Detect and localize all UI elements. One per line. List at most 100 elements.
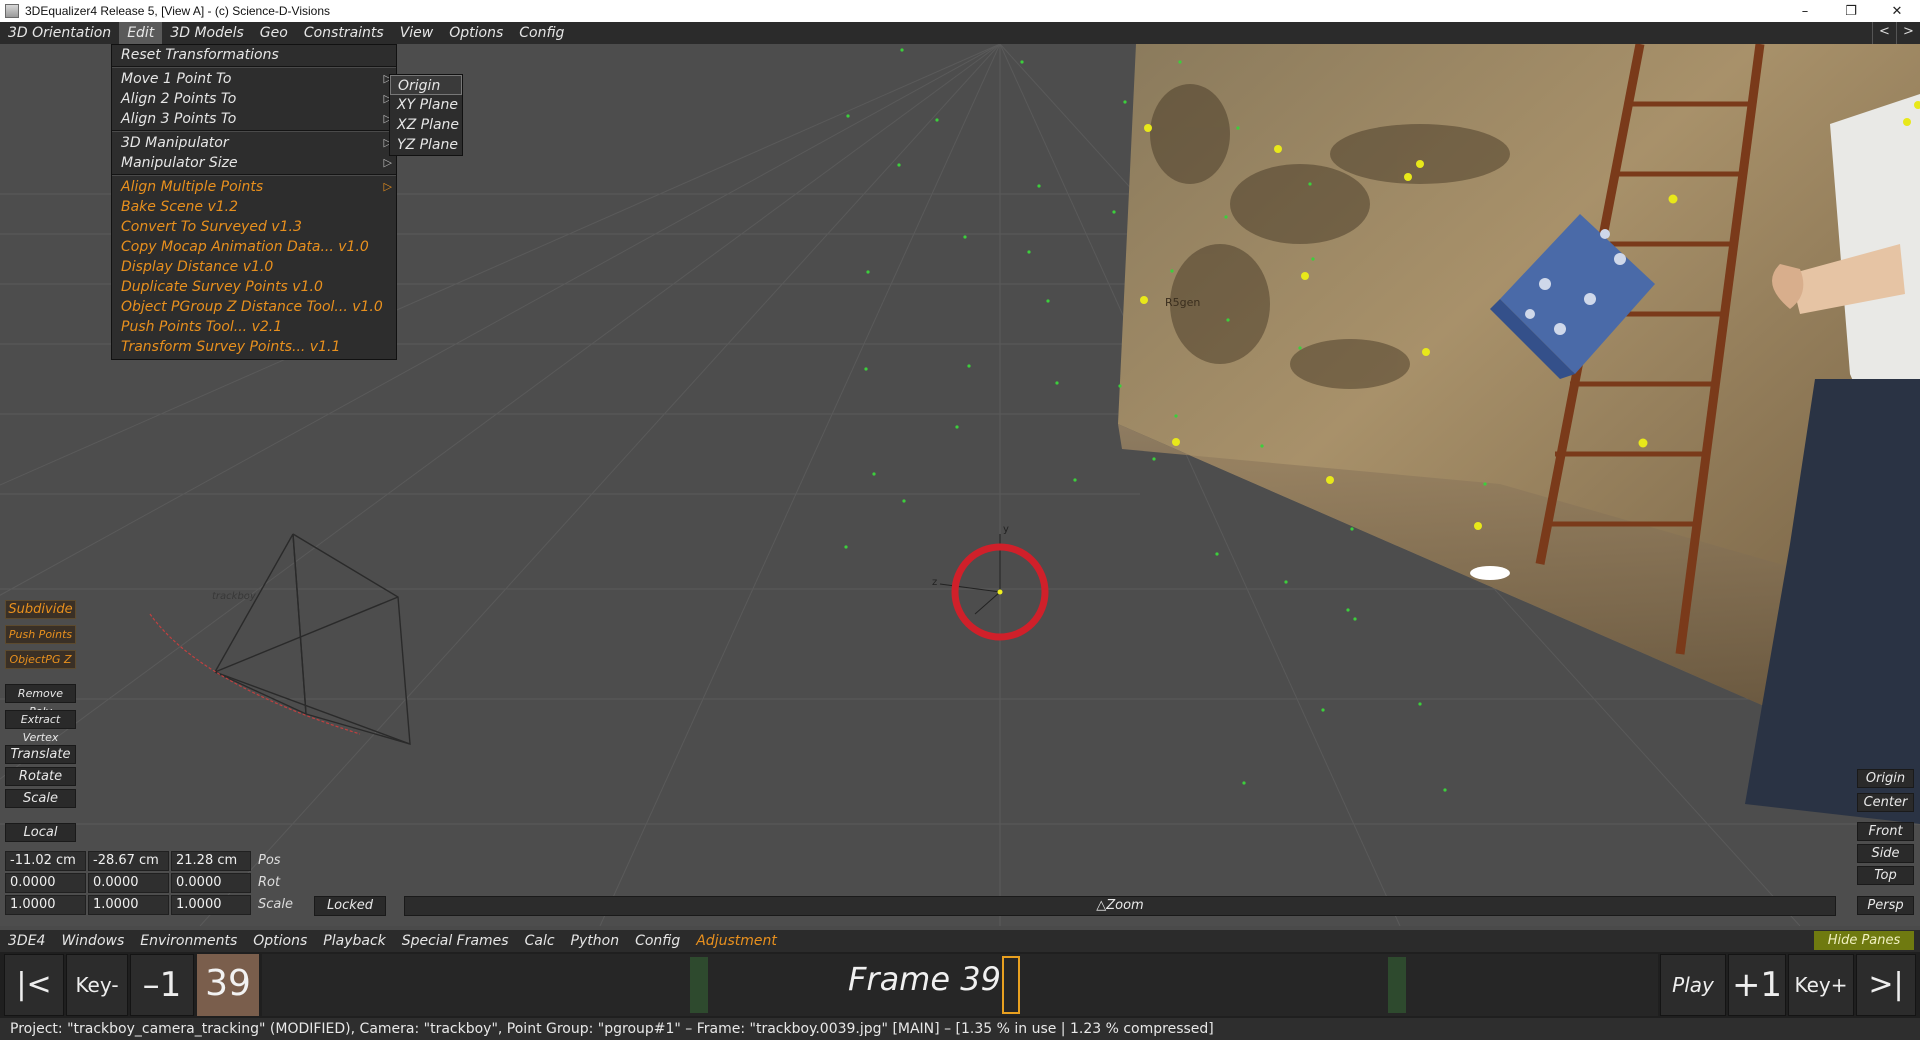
menu-3d-orientation[interactable]: 3D Orientation [0,22,119,44]
bottom-menu-3de4[interactable]: 3DE4 [0,933,53,949]
scale-x-field[interactable]: 1.0000 [5,895,86,915]
bottom-menu-python[interactable]: Python [563,933,628,949]
submenu-item-yz-plane[interactable]: YZ Plane [390,135,462,155]
menu-options[interactable]: Options [441,22,511,44]
pos-x-field[interactable]: -11.02 cm [5,851,86,871]
menu-item-convert-to-surveyed[interactable]: Convert To Surveyed v1.3 [112,217,396,237]
scale-button[interactable]: Scale [5,789,76,808]
menu-separator [112,66,396,68]
minimize-button[interactable]: – [1782,0,1828,22]
front-view-button[interactable]: Front [1857,822,1914,841]
menu-item-move-1-point-to[interactable]: Move 1 Point To ▷ [112,69,396,89]
objectpg-z-button[interactable]: ObjectPG Z [5,650,76,669]
bottom-menu-config[interactable]: Config [627,933,688,949]
menu-3d-models[interactable]: 3D Models [162,22,251,44]
camera-label: trackboy [212,591,257,602]
bottom-menu-adjustment[interactable]: Adjustment [688,933,785,949]
menu-item-label: Align 3 Points To [121,111,237,127]
wall-text: R5gen [1165,296,1200,309]
play-button[interactable]: Play > [1660,954,1726,1040]
keyframe-marker [1388,957,1406,1013]
menu-separator [112,174,396,176]
menu-item-align-2-points-to[interactable]: Align 2 Points To ▷ [112,89,396,109]
menu-view[interactable]: View [392,22,442,44]
last-frame-button[interactable]: >| [1856,954,1916,1016]
menu-constraints[interactable]: Constraints [296,22,392,44]
z-axis-label: z [932,577,937,588]
first-frame-button[interactable]: |< [4,954,64,1016]
menu-item-label: Bake Scene v1.2 [121,199,239,215]
menu-item-copy-mocap-animation-data[interactable]: Copy Mocap Animation Data... v1.0 [112,237,396,257]
menu-item-push-points-tool[interactable]: Push Points Tool... v2.1 [112,317,396,337]
bottom-menu-special-frames[interactable]: Special Frames [394,933,517,949]
origin-point[interactable] [997,589,1003,595]
extract-vertex-button[interactable]: Extract Vertex [5,710,76,744]
minus-one-button[interactable]: –1 [130,954,194,1016]
bottom-menu-calc[interactable]: Calc [517,933,563,949]
timeline-cursor[interactable] [1002,956,1020,1014]
origin-view-button[interactable]: Origin [1857,769,1914,788]
push-points-button[interactable]: Push Points [5,625,76,644]
submenu-arrow-icon: ▷ [383,180,392,193]
menu-item-duplicate-survey-points[interactable]: Duplicate Survey Points v1.0 [112,277,396,297]
maximize-button[interactable]: ❐ [1828,0,1874,22]
locked-button[interactable]: Locked [314,896,386,916]
translate-button[interactable]: Translate [5,745,76,764]
submenu-item-origin[interactable]: Origin [390,75,462,95]
rot-x-field[interactable]: 0.0000 [5,873,86,893]
close-button[interactable]: ✕ [1874,0,1920,22]
scale-y-field[interactable]: 1.0000 [88,895,169,915]
bottom-menu-environments[interactable]: Environments [132,933,245,949]
rot-z-field[interactable]: 0.0000 [171,873,251,893]
current-frame-field[interactable]: 39 [197,954,259,1016]
center-view-button[interactable]: Center [1857,793,1914,812]
submenu-item-xz-plane[interactable]: XZ Plane [390,115,462,135]
plus-one-button[interactable]: +1 [1728,954,1786,1016]
menu-item-reset-transformations[interactable]: Reset Transformations [112,45,396,65]
menu-item-3d-manipulator[interactable]: 3D Manipulator ▷ [112,133,396,153]
submenu-item-xy-plane[interactable]: XY Plane [390,95,462,115]
key-next-button[interactable]: Key+ [1788,954,1854,1016]
menu-item-manipulator-size[interactable]: Manipulator Size ▷ [112,153,396,173]
frame-label: Frame 39 [848,960,1001,998]
nav-right-button[interactable]: > [1896,22,1920,44]
persp-view-button[interactable]: Persp [1857,896,1914,915]
menu-item-label: Reset Transformations [121,47,279,63]
top-view-button[interactable]: Top [1857,866,1914,885]
move-point-submenu: Origin XY Plane XZ Plane YZ Plane [389,74,463,156]
menu-item-transform-survey-points[interactable]: Transform Survey Points... v1.1 [112,337,396,357]
nav-left-button[interactable]: < [1872,22,1896,44]
bottom-menubar: 3DE4 Windows Environments Options Playba… [0,930,1920,952]
menu-item-label: Duplicate Survey Points v1.0 [121,279,323,295]
menu-item-label: Move 1 Point To [121,71,232,87]
bottom-menu-options[interactable]: Options [245,933,315,949]
timeline-track[interactable]: Frame 39 [262,954,1658,1016]
local-button[interactable]: Local [5,823,76,842]
menu-item-bake-scene[interactable]: Bake Scene v1.2 [112,197,396,217]
side-view-button[interactable]: Side [1857,844,1914,863]
scale-label: Scale [258,897,293,912]
rotate-button[interactable]: Rotate [5,767,76,786]
menu-item-display-distance[interactable]: Display Distance v1.0 [112,257,396,277]
bottom-menu-windows[interactable]: Windows [53,933,132,949]
scale-z-field[interactable]: 1.0000 [171,895,251,915]
subdivide-button[interactable]: Subdivide [5,600,76,619]
key-prev-button[interactable]: Key- [66,954,128,1016]
menu-item-label: Manipulator Size [121,155,238,171]
pos-z-field[interactable]: 21.28 cm [171,851,251,871]
menu-item-object-pgroup-z-distance-tool[interactable]: Object PGroup Z Distance Tool... v1.0 [112,297,396,317]
remove-poly-button[interactable]: Remove Poly [5,684,76,718]
menu-item-align-multiple-points[interactable]: Align Multiple Points ▷ [112,177,396,197]
pos-y-field[interactable]: -28.67 cm [88,851,169,871]
menu-item-align-3-points-to[interactable]: Align 3 Points To ▷ [112,109,396,129]
bottom-menu-playback[interactable]: Playback [315,933,393,949]
menu-geo[interactable]: Geo [252,22,296,44]
title-bar: 3DEqualizer4 Release 5, [View A] - (c) S… [0,0,1920,22]
zoom-slider[interactable]: △Zoom [404,896,1836,916]
menu-item-label: Convert To Surveyed v1.3 [121,219,302,235]
menu-edit[interactable]: Edit [119,22,163,44]
hide-panes-button[interactable]: Hide Panes [1814,931,1914,950]
menu-item-label: Push Points Tool... v2.1 [121,319,283,335]
rot-y-field[interactable]: 0.0000 [88,873,169,893]
menu-config[interactable]: Config [511,22,572,44]
